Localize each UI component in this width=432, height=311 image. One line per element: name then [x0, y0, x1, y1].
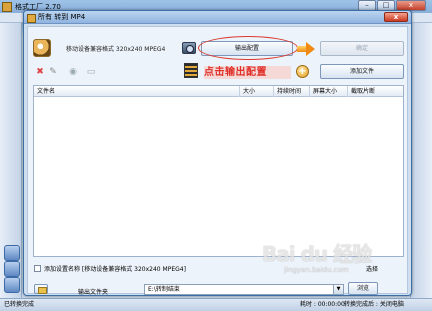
file-list-table[interactable]: 文件名 大小 持续时间 屏幕大小 截取片断: [33, 85, 404, 257]
column-filename[interactable]: 文件名: [34, 86, 240, 97]
output-folder-label: 输出文件夹: [78, 289, 109, 296]
dialog-close-button[interactable]: x: [384, 12, 408, 22]
hint-annotation: 点击输出配置: [204, 66, 291, 79]
ok-button[interactable]: 确定: [320, 41, 404, 56]
add-setting-name-checkbox[interactable]: [34, 265, 41, 272]
status-time: 耗时 : 00:00:00: [300, 301, 345, 308]
dialog-title: 所有 转到 MP4: [38, 13, 86, 21]
column-duration[interactable]: 持续时间: [274, 86, 310, 97]
remove-icon[interactable]: ✖: [35, 67, 45, 77]
left-panel-item-icon[interactable]: [4, 277, 20, 293]
app-right-panel: [410, 23, 432, 298]
format-profile-text: 移动设备兼容格式 320x240 MPEG4: [66, 46, 166, 53]
add-file-button[interactable]: 添加文件: [320, 64, 404, 79]
highlight-ellipse: [198, 36, 298, 60]
format-profile-icon: [33, 39, 51, 57]
status-left: 已转换完成: [4, 301, 35, 308]
column-clip[interactable]: 截取片断: [348, 86, 403, 97]
column-size[interactable]: 大小: [240, 86, 274, 97]
add-icon: +: [296, 65, 309, 78]
status-after-action: 转换完成后 : 关闭电脑: [344, 301, 404, 308]
play-icon[interactable]: ◉: [68, 67, 78, 77]
left-panel-item-icon[interactable]: [4, 261, 20, 277]
chevron-down-icon[interactable]: ▼: [333, 285, 343, 294]
app-logo-icon: [2, 2, 12, 12]
output-folder-select[interactable]: E:\转制结束 ▼: [144, 284, 344, 295]
camera-icon: [182, 42, 196, 54]
app-left-panel: [0, 23, 22, 298]
watermark-url: jingyan.baidu.com: [284, 266, 349, 274]
dialog-title-bar: 所有 转到 MP4: [24, 11, 411, 24]
table-header: 文件名 大小 持续时间 屏幕大小 截取片断: [34, 86, 403, 97]
clear-list-icon[interactable]: ✎: [48, 67, 58, 77]
watermark-logo: Bai du 经验: [262, 242, 372, 266]
output-folder-value: E:\转制结束: [148, 286, 180, 293]
folder-icon[interactable]: [34, 284, 48, 294]
column-screen-size[interactable]: 屏幕大小: [310, 86, 348, 97]
film-icon: [184, 63, 198, 78]
info-icon[interactable]: ▭: [86, 67, 96, 77]
add-setting-name-label: 添加设置名称 [移动设备兼容格式 320x240 MPEG4]: [44, 266, 186, 273]
dialog-icon: [27, 14, 36, 23]
baidu-watermark: Bai du 经验 jingyan.baidu.com: [262, 238, 397, 284]
app-status-bar: 已转换完成 耗时 : 00:00:00 转换完成后 : 关闭电脑: [0, 298, 432, 311]
left-panel-item-icon[interactable]: [4, 245, 20, 261]
